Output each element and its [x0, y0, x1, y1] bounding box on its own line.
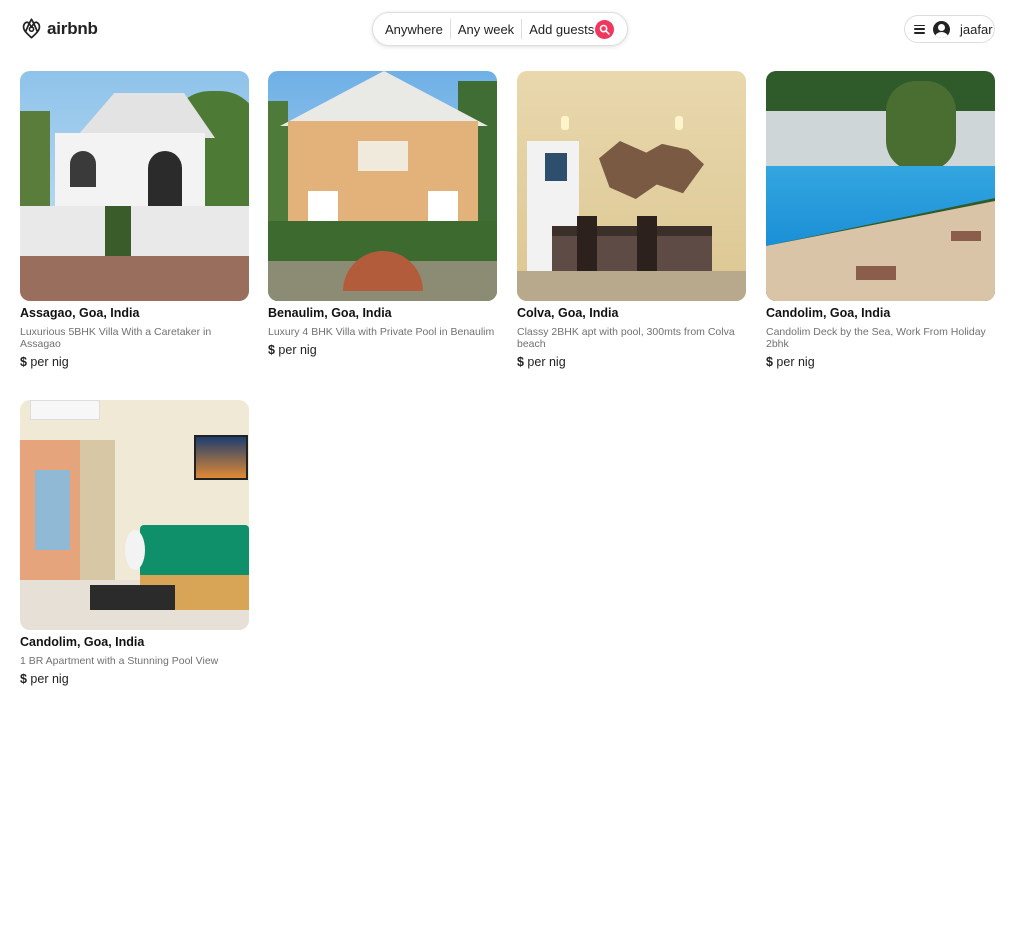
- listing-price: $ per nig: [268, 343, 498, 358]
- search-add-guests-button[interactable]: Add guests: [529, 22, 594, 37]
- listing-description: Luxurious 5BHK Villa With a Caretaker in…: [20, 326, 212, 350]
- price-suffix: per nig: [772, 355, 815, 369]
- listing-photo[interactable]: [20, 71, 249, 301]
- price-suffix: per nig: [26, 355, 69, 369]
- listing-photo[interactable]: [766, 71, 995, 301]
- listing-description: Classy 2BHK apt with pool, 300mts from C…: [517, 326, 735, 350]
- price-symbol: $: [20, 355, 27, 369]
- listing-card[interactable]: Candolim, Goa, India Candolim Deck by th…: [766, 71, 996, 370]
- airbnb-logo[interactable]: airbnb: [21, 17, 98, 40]
- listing-location: Colva, Goa, India: [517, 306, 619, 320]
- search-bar[interactable]: Anywhere Any week Add guests: [372, 12, 628, 46]
- search-divider: [449, 19, 451, 39]
- search-button[interactable]: [595, 20, 614, 39]
- price-suffix: per nig: [523, 355, 566, 369]
- search-icon: [599, 24, 610, 35]
- listing-description: 1 BR Apartment with a Stunning Pool View: [20, 655, 219, 667]
- price-symbol: $: [268, 343, 275, 357]
- listing-photo[interactable]: [20, 400, 249, 630]
- listing-price: $ per nig: [517, 355, 747, 370]
- price-suffix: per nig: [274, 343, 317, 357]
- listing-price: $ per nig: [766, 355, 996, 370]
- listing-price: $ per nig: [20, 672, 250, 687]
- listing-description: Luxury 4 BHK Villa with Private Pool in …: [268, 326, 495, 338]
- search-divider: [521, 19, 523, 39]
- price-symbol: $: [20, 672, 27, 686]
- listing-card[interactable]: Colva, Goa, India Classy 2BHK apt with p…: [517, 71, 747, 370]
- listing-description: Candolim Deck by the Sea, Work From Holi…: [766, 326, 986, 350]
- airbnb-logo-icon: [22, 18, 41, 39]
- listing-card[interactable]: Candolim, Goa, India 1 BR Apartment with…: [20, 400, 250, 687]
- price-symbol: $: [766, 355, 773, 369]
- listing-photo[interactable]: [268, 71, 497, 301]
- logo-text: airbnb: [47, 18, 98, 38]
- listing-price: $ per nig: [20, 355, 250, 370]
- price-suffix: per nig: [26, 672, 69, 686]
- listing-location: Benaulim, Goa, India: [268, 306, 392, 320]
- user-menu-button[interactable]: jaafar: [904, 15, 995, 43]
- top-nav: airbnb Anywhere Any week Add guests jaaf…: [0, 0, 1011, 58]
- listing-location: Assagao, Goa, India: [20, 306, 140, 320]
- user-name: jaafar: [960, 21, 993, 37]
- listing-card[interactable]: Assagao, Goa, India Luxurious 5BHK Villa…: [20, 71, 250, 370]
- price-symbol: $: [517, 355, 524, 369]
- hamburger-menu-icon: [914, 24, 925, 34]
- user-avatar-icon: [933, 20, 950, 38]
- listing-location: Candolim, Goa, India: [766, 306, 891, 320]
- search-any-week-button[interactable]: Any week: [458, 22, 514, 37]
- listing-location: Candolim, Goa, India: [20, 635, 145, 649]
- listing-card[interactable]: Benaulim, Goa, India Luxury 4 BHK Villa …: [268, 71, 498, 358]
- search-anywhere-button[interactable]: Anywhere: [385, 22, 443, 37]
- listing-photo[interactable]: [517, 71, 746, 301]
